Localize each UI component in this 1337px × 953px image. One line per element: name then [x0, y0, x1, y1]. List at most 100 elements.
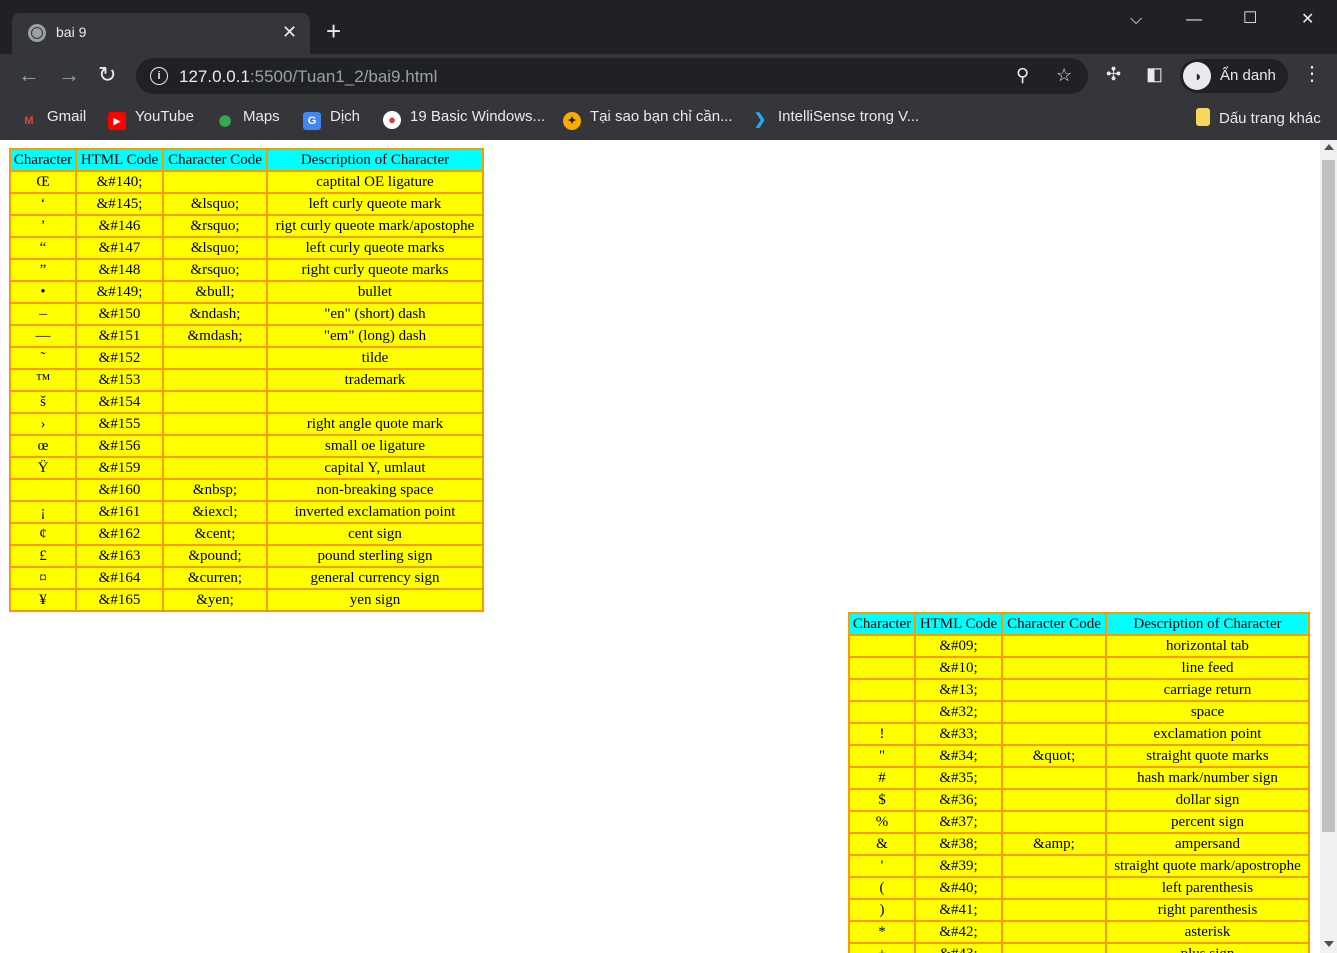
cell-html-code: &#160	[76, 479, 163, 501]
bookmark-youtube[interactable]: ▶ YouTube	[108, 108, 194, 130]
back-button[interactable]: ←	[18, 62, 40, 88]
table-row: ¡ &#161 &iexcl; inverted exclamation point	[10, 501, 483, 523]
cell-character-code: &curren;	[163, 567, 267, 589]
close-window-button[interactable]: ✕	[1301, 10, 1314, 30]
extensions-icon[interactable]: ✣	[1106, 64, 1121, 85]
cell-html-code: &#155	[76, 413, 163, 435]
bookmark-star-icon[interactable]: ☆	[1056, 65, 1072, 86]
bookmark-gmail[interactable]: M Gmail	[20, 108, 86, 130]
cell-character-code	[1002, 899, 1106, 921]
table-row: œ &#156 small oe ligature	[10, 435, 483, 457]
scroll-down-arrow[interactable]	[1324, 941, 1334, 947]
scroll-up-arrow[interactable]	[1324, 144, 1334, 150]
cell-html-code: &#156	[76, 435, 163, 457]
cell-character: ¥	[10, 589, 76, 611]
cell-character-code	[163, 457, 267, 479]
cell-character-code	[1002, 767, 1106, 789]
cell-character: –	[10, 303, 76, 325]
side-panel-icon[interactable]: ◧	[1146, 64, 1163, 85]
cell-character: ¢	[10, 523, 76, 545]
cell-description: horizontal tab	[1106, 635, 1309, 657]
tab-search-icon[interactable]: ⌵	[1130, 10, 1142, 30]
cell-character-code: &ndash;	[163, 303, 267, 325]
cell-html-code: &#40;	[915, 877, 1002, 899]
table-header-row: Character HTML Code Character Code Descr…	[849, 613, 1309, 635]
cell-description: non-breaking space	[267, 479, 483, 501]
table-row: • &#149; &bull; bullet	[10, 281, 483, 303]
table-row: $ &#36; dollar sign	[849, 789, 1309, 811]
bookmark-translate[interactable]: G Dịch	[303, 108, 360, 130]
table-row: ¢ &#162 &cent; cent sign	[10, 523, 483, 545]
cell-description: left parenthesis	[1106, 877, 1309, 899]
cell-character: •	[10, 281, 76, 303]
cell-character: #	[849, 767, 915, 789]
header-html-code: HTML Code	[76, 149, 163, 171]
cell-description: "em" (long) dash	[267, 325, 483, 347]
cell-html-code: &#162	[76, 523, 163, 545]
zoom-icon[interactable]: ⚲	[1016, 65, 1029, 86]
cell-character: ¤	[10, 567, 76, 589]
bookmark-taisao[interactable]: ✦ Tại sao bạn chỉ cần...	[563, 108, 733, 130]
menu-icon[interactable]: ⋮	[1302, 60, 1322, 88]
cell-html-code: &#09;	[915, 635, 1002, 657]
cell-description: line feed	[1106, 657, 1309, 679]
cell-character-code	[163, 347, 267, 369]
cell-character: £	[10, 545, 76, 567]
cell-character-code	[1002, 943, 1106, 953]
cell-character	[849, 701, 915, 723]
cell-character-code: &cent;	[163, 523, 267, 545]
bookmark-maps[interactable]: ⬤ Maps	[216, 108, 280, 130]
cell-character-code: &bull;	[163, 281, 267, 303]
cell-character: "	[849, 745, 915, 767]
address-bar[interactable]: i 127.0.0.1:5500/Tuan1_2/bai9.html ⚲ ☆	[136, 58, 1088, 94]
cell-description: inverted exclamation point	[267, 501, 483, 523]
cell-html-code: &#33;	[915, 723, 1002, 745]
bookmark-intellisense[interactable]: ❯ IntelliSense trong V...	[751, 108, 920, 129]
cell-html-code: &#152	[76, 347, 163, 369]
incognito-icon: ◑	[1183, 62, 1211, 90]
maximize-button[interactable]: ☐	[1243, 9, 1257, 29]
table-row: – &#150 &ndash; "en" (short) dash	[10, 303, 483, 325]
reload-button[interactable]: ↻	[98, 62, 116, 88]
site-info-icon[interactable]: i	[150, 67, 168, 85]
header-description: Description of Character	[267, 149, 483, 171]
cell-character-code	[1002, 679, 1106, 701]
cell-description: right parenthesis	[1106, 899, 1309, 921]
incognito-profile[interactable]: ◑ Ẩn danh	[1180, 59, 1288, 93]
site-icon: ●	[383, 111, 401, 129]
other-bookmarks[interactable]: Dấu trang khác	[1196, 108, 1321, 127]
scrollbar-thumb[interactable]	[1322, 160, 1335, 832]
browser-tab[interactable]: bai 9 ✕	[12, 13, 310, 54]
table-row: £ &#163 &pound; pound sterling sign	[10, 545, 483, 567]
bookmark-windows[interactable]: ● 19 Basic Windows...	[383, 108, 545, 129]
new-tab-button[interactable]: +	[326, 18, 341, 44]
cell-html-code: &#37;	[915, 811, 1002, 833]
close-tab-icon[interactable]: ✕	[282, 22, 297, 42]
cell-character-code: &lsquo;	[163, 193, 267, 215]
cell-character: ’	[10, 215, 76, 237]
cell-character	[849, 679, 915, 701]
globe-icon	[28, 24, 46, 42]
cell-character: Ÿ	[10, 457, 76, 479]
vertical-scrollbar[interactable]	[1320, 140, 1337, 953]
cell-description: space	[1106, 701, 1309, 723]
forward-button[interactable]: →	[58, 62, 80, 88]
cell-html-code: &#150	[76, 303, 163, 325]
table-row: ) &#41; right parenthesis	[849, 899, 1309, 921]
table-row: &#160 &nbsp; non-breaking space	[10, 479, 483, 501]
table-row: * &#42; asterisk	[849, 921, 1309, 943]
minimize-button[interactable]: —	[1186, 10, 1202, 30]
cell-character-code	[1002, 877, 1106, 899]
cell-html-code: &#149;	[76, 281, 163, 303]
cell-description: pound sterling sign	[267, 545, 483, 567]
cell-description: cent sign	[267, 523, 483, 545]
cell-character: ‘	[10, 193, 76, 215]
lightbulb-icon: ✦	[563, 112, 581, 130]
cell-character-code	[1002, 657, 1106, 679]
cell-description: left curly queote marks	[267, 237, 483, 259]
youtube-icon: ▶	[108, 112, 126, 130]
cell-description: right angle quote mark	[267, 413, 483, 435]
cell-html-code: &#148	[76, 259, 163, 281]
url-text[interactable]: 127.0.0.1:5500/Tuan1_2/bai9.html	[179, 67, 437, 87]
translate-icon: G	[303, 112, 321, 130]
